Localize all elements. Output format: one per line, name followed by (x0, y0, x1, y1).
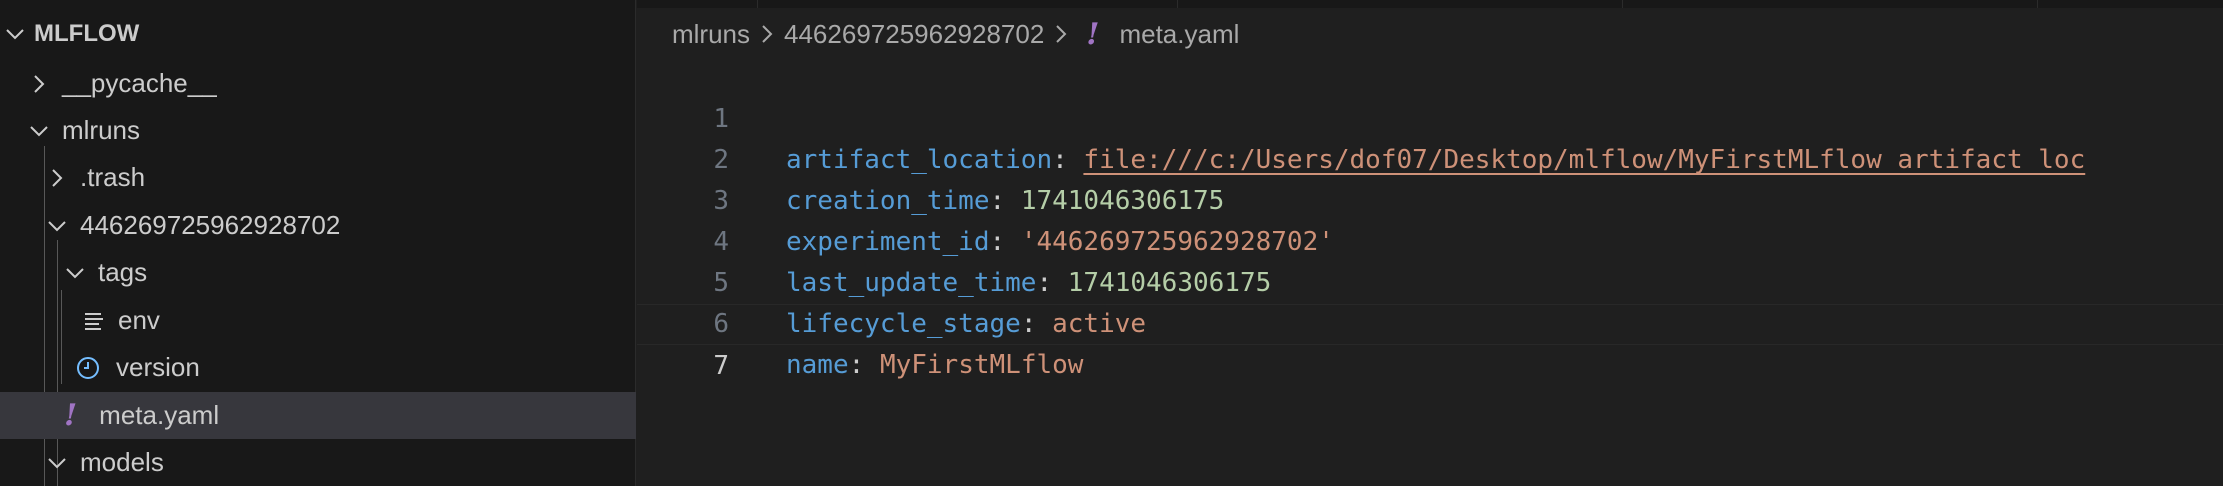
code-line[interactable]: 5 lifecycle_stage: active (637, 222, 2223, 339)
tree-item-label: __pycache__ (62, 68, 217, 98)
tab-divider (1177, 0, 1178, 8)
chevron-down-icon (26, 118, 52, 144)
tree-item-label: env (118, 305, 160, 335)
tree-item-label: 446269725962928702 (80, 210, 341, 240)
tree-item-label: version (116, 352, 200, 382)
chevron-down-icon (44, 213, 70, 239)
yaml-string-value: MyFirstMLflow (879, 350, 1084, 380)
chevron-down-icon (2, 21, 28, 47)
text-file-icon (80, 307, 108, 335)
tree-item-models[interactable]: models (0, 439, 636, 486)
tree-item-experiment[interactable]: 446269725962928702 (0, 202, 636, 249)
root-folder-label: MLFLOW (34, 19, 140, 47)
tree-item-version[interactable]: version (0, 344, 636, 391)
explorer-sidebar: MLFLOW __pycache__ mlruns .trash 4462697… (0, 0, 636, 486)
yaml-file-icon: ! (1086, 16, 1100, 52)
line-number: 7 (713, 351, 729, 381)
tree-item-mlruns[interactable]: mlruns (0, 107, 636, 154)
chevron-right-icon (1050, 21, 1072, 47)
tree-item-label: mlruns (62, 115, 141, 145)
chevron-right-icon (26, 71, 52, 97)
code-line[interactable]: 4 last_update_time: 1741046306175 (637, 181, 2223, 298)
code-line[interactable]: 6 name: MyFirstMLflow (637, 263, 2223, 380)
tree-item-tags[interactable]: tags (0, 249, 636, 296)
chevron-down-icon (62, 260, 88, 286)
tree-item-trash[interactable]: .trash (0, 154, 636, 201)
yaml-file-icon: ! (64, 398, 78, 433)
breadcrumb: mlruns 446269725962928702 ! meta.yaml (672, 14, 1239, 54)
code-line[interactable]: 1 artifact_location: file:///c:/Users/do… (637, 58, 2223, 175)
yaml-key: name (786, 350, 849, 380)
yaml-separator: : (848, 350, 880, 380)
breadcrumb-item[interactable]: meta.yaml (1119, 19, 1239, 50)
editor-area: mlruns 446269725962928702 ! meta.yaml 1 … (637, 0, 2223, 486)
explorer-root-folder[interactable]: MLFLOW (0, 10, 636, 57)
code-line[interactable]: 2 creation_time: 1741046306175 (637, 99, 2223, 216)
code-line-current[interactable]: 7 (637, 304, 2223, 381)
tab-divider (2037, 0, 2038, 8)
chevron-right-icon (756, 21, 778, 47)
tree-item-label: models (80, 447, 164, 477)
tree-item-pycache[interactable]: __pycache__ (0, 60, 636, 107)
chevron-right-icon (44, 165, 70, 191)
tree-item-meta-yaml[interactable]: ! meta.yaml (0, 392, 636, 439)
breadcrumb-item[interactable]: mlruns (672, 19, 750, 50)
tab-strip (637, 0, 2223, 8)
clock-icon (74, 354, 102, 382)
chevron-down-icon (44, 450, 70, 476)
tree-item-label: .trash (80, 162, 146, 192)
tab-divider (1622, 0, 1623, 8)
code-line[interactable]: 3 experiment_id: '446269725962928702' (637, 140, 2223, 257)
breadcrumb-item[interactable]: 446269725962928702 (784, 19, 1044, 50)
tree-item-label: tags (98, 257, 148, 287)
tree-item-label: meta.yaml (99, 400, 220, 430)
tab-divider (757, 0, 758, 8)
tree-item-env[interactable]: env (0, 297, 636, 344)
